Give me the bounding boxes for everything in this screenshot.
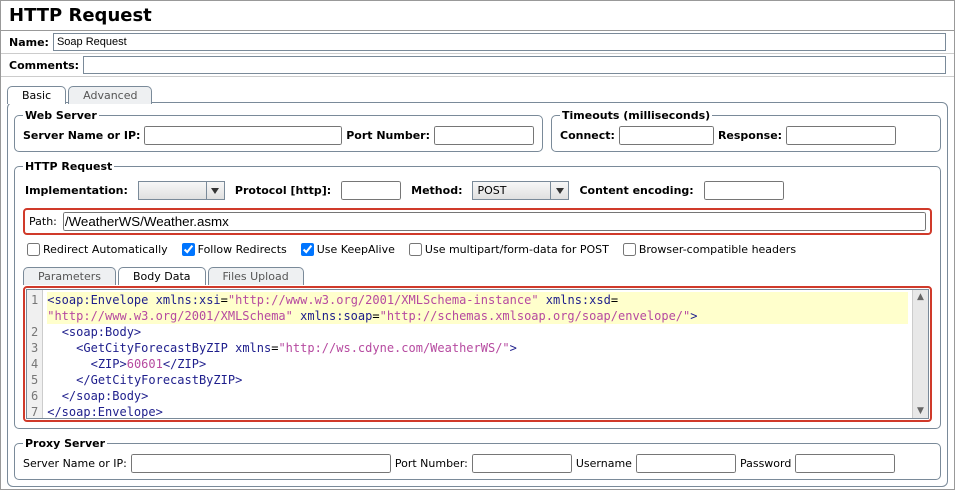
browser-compat-label: Browser-compatible headers [639,243,796,256]
tab-body-data[interactable]: Body Data [118,267,206,285]
response-label: Response: [718,129,782,142]
tab-basic[interactable]: Basic [7,86,66,104]
chevron-down-icon [206,182,224,199]
scroll-up-icon[interactable]: ▲ [917,292,924,302]
multipart-label: Use multipart/form-data for POST [425,243,609,256]
redirect-auto-checkbox[interactable] [27,243,40,256]
proxy-server-fieldset: Proxy Server Server Name or IP: Port Num… [14,437,941,480]
follow-redirects-label: Follow Redirects [198,243,287,256]
scrollbar[interactable]: ▲ ▼ [912,290,928,418]
protocol-input[interactable] [341,181,401,200]
proxy-pass-input[interactable] [795,454,895,473]
proxy-server-label: Server Name or IP: [23,457,127,470]
connect-input[interactable] [619,126,714,145]
web-server-fieldset: Web Server Server Name or IP: Port Numbe… [14,109,543,152]
implementation-select[interactable] [138,181,225,200]
protocol-label: Protocol [http]: [235,184,331,197]
path-label: Path: [29,215,57,228]
body-data-area: 1 234567 <soap:Envelope xmlns:xsi="http:… [23,286,932,422]
multipart-checkbox[interactable] [409,243,422,256]
page-title: HTTP Request [1,1,954,31]
browser-compat-checkbox[interactable] [623,243,636,256]
http-request-legend: HTTP Request [23,160,114,173]
method-label: Method: [411,184,462,197]
proxy-server-input[interactable] [131,454,391,473]
tab-parameters[interactable]: Parameters [23,267,116,285]
port-number-label: Port Number: [346,129,430,142]
proxy-server-legend: Proxy Server [23,437,107,450]
chevron-down-icon [550,182,568,199]
http-request-fieldset: HTTP Request Implementation: Protocol [h… [14,160,941,429]
web-server-legend: Web Server [23,109,99,122]
proxy-user-input[interactable] [636,454,736,473]
outer-tabrow: Basic Advanced [7,81,948,103]
comments-input[interactable] [83,56,946,74]
connect-label: Connect: [560,129,615,142]
port-number-input[interactable] [434,126,534,145]
scroll-down-icon[interactable]: ▼ [917,406,924,416]
method-select[interactable]: POST [472,181,569,200]
encoding-label: Content encoding: [579,184,693,197]
follow-redirects-checkbox[interactable] [182,243,195,256]
keepalive-checkbox[interactable] [301,243,314,256]
response-input[interactable] [786,126,896,145]
inner-tabrow: Parameters Body Data Files Upload [23,262,932,284]
comments-row: Comments: [1,54,954,77]
proxy-port-input[interactable] [472,454,572,473]
line-gutter: 1 234567 [27,290,43,418]
options-row: Redirect Automatically Follow Redirects … [23,239,932,260]
server-name-label: Server Name or IP: [23,129,140,142]
tab-advanced[interactable]: Advanced [68,86,152,104]
basic-panel: Web Server Server Name or IP: Port Numbe… [7,102,948,487]
body-code-editor[interactable]: <soap:Envelope xmlns:xsi="http://www.w3.… [43,290,912,418]
server-name-input[interactable] [144,126,342,145]
redirect-auto-label: Redirect Automatically [43,243,168,256]
timeouts-fieldset: Timeouts (milliseconds) Connect: Respons… [551,109,941,152]
proxy-user-label: Username [576,457,632,470]
path-input[interactable] [63,212,926,231]
http-request-panel: HTTP Request Name: Comments: Basic Advan… [0,0,955,490]
path-row: Path: [23,208,932,235]
name-row: Name: [1,31,954,54]
keepalive-label: Use KeepAlive [317,243,395,256]
tab-files-upload[interactable]: Files Upload [208,267,304,285]
implementation-label: Implementation: [25,184,128,197]
encoding-input[interactable] [704,181,784,200]
name-label: Name: [9,36,49,49]
proxy-port-label: Port Number: [395,457,468,470]
proxy-pass-label: Password [740,457,791,470]
comments-label: Comments: [9,59,79,72]
name-input[interactable] [53,33,946,51]
timeouts-legend: Timeouts (milliseconds) [560,109,712,122]
